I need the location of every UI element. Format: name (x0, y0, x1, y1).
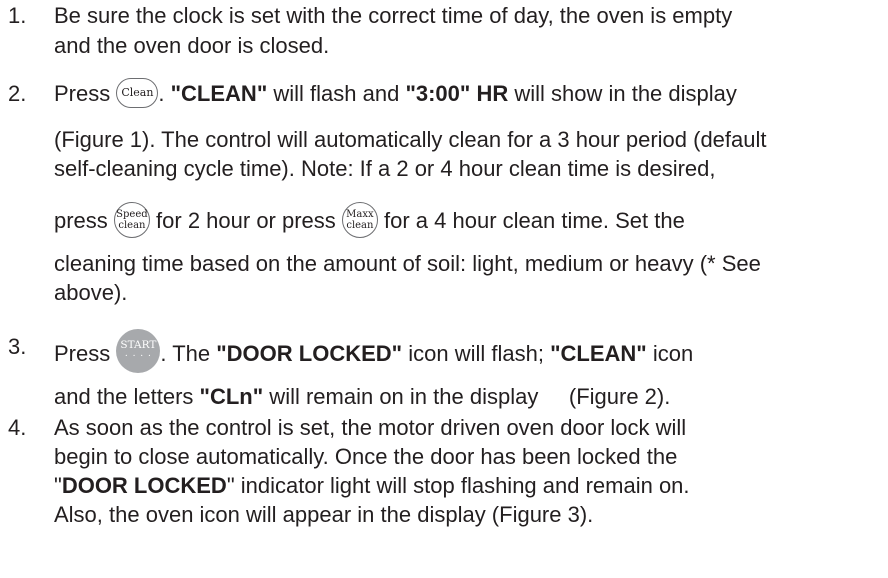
step-2-line-4: press Speed clean for 2 hour or press Max… (54, 202, 685, 240)
icon-text: icon (646, 340, 694, 366)
door-locked-text: DOOR LOCKED (61, 473, 227, 498)
maxx-clean-button-icon: Maxx clean (341, 202, 378, 238)
step-1-line-1: Be sure the clock is set with the correc… (54, 3, 733, 28)
step-2-line-5: cleaning time based on the amount of soi… (54, 251, 761, 276)
start-button-icon: START. . . . (116, 329, 161, 373)
step-2-line-1: Press Clean. "CLEAN" will flash and "3:0… (54, 78, 737, 110)
clean-display-text: "CLEAN" (550, 340, 647, 366)
press-text: Press (54, 81, 111, 106)
press-lower-text: press (54, 207, 108, 233)
step-4-number: 4. (8, 415, 27, 440)
step-3-line-1: Press START. . . .. The "DOOR LOCKED" ic… (54, 329, 694, 377)
step-2-line-6: above). (54, 280, 128, 305)
indicator-text: " indicator light will stop flashing and… (226, 473, 690, 498)
speed-key-top: Speed (116, 209, 148, 220)
quote-open: " (54, 473, 62, 498)
step-4-line-4: Also, the oven icon will appear in the d… (54, 502, 594, 527)
step-2-line-3: self-cleaning cycle time). Note: If a 2 … (54, 156, 716, 181)
cln-display-text: "CLn" (199, 384, 264, 409)
step-3-number: 3. (8, 334, 27, 359)
flash-text: will flash and (267, 81, 406, 106)
step-1-number: 1. (8, 3, 27, 28)
step-4-line-1: As soon as the control is set, the motor… (54, 415, 687, 440)
after-key-text: . The (160, 340, 217, 366)
step-3-line-2: and the letters "CLn" will remain on in … (54, 383, 670, 411)
speed-key-bottom: clean (118, 220, 146, 231)
time-display-text: "3:00" HR (405, 81, 509, 106)
step-1-line-2: and the oven door is closed. (54, 33, 330, 58)
four-hour-text: for a 4 hour clean time. Set the (377, 207, 685, 233)
door-locked-display-text: "DOOR LOCKED" (216, 340, 403, 366)
start-key-dots: . . . . (124, 349, 152, 359)
clean-button-icon: Clean (116, 78, 159, 109)
after-key-text: . (158, 81, 171, 106)
maxx-key-bottom: clean (346, 220, 374, 231)
letters-text: and the letters (54, 384, 200, 409)
maxx-key-top: Maxx (346, 209, 374, 220)
press-text: Press (54, 340, 111, 366)
clean-display-text: "CLEAN" (170, 81, 268, 106)
step-2-line-2: (Figure 1). The control will automatical… (54, 127, 767, 152)
speed-clean-button-icon: Speed clean (113, 202, 150, 238)
step-4-line-2: begin to close automatically. Once the d… (54, 444, 678, 469)
display-text: will show in the display (508, 81, 737, 106)
step-4-line-3: "DOOR LOCKED" indicator light will stop … (54, 472, 690, 500)
step-2-number: 2. (8, 81, 27, 106)
flash-text: icon will flash; (402, 340, 551, 366)
two-hour-text: for 2 hour or press (149, 207, 342, 233)
remain-text: will remain on in the display (Figure 2)… (263, 384, 671, 409)
